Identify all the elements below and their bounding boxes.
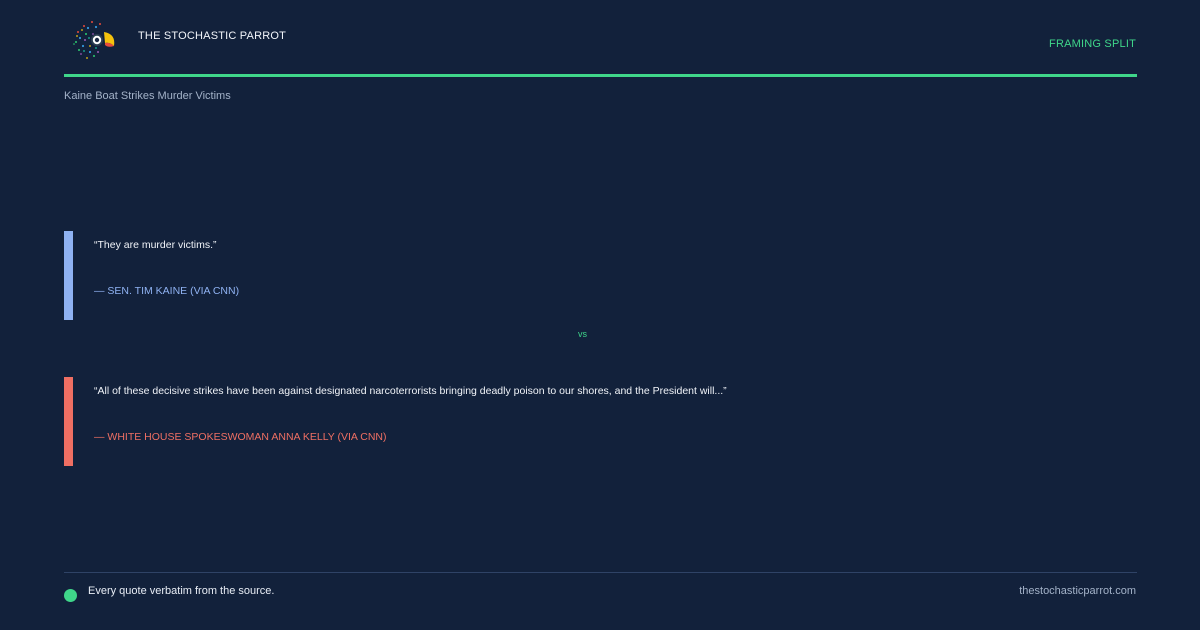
footer-note: Every quote verbatim from the source. [88, 585, 275, 597]
header-divider [64, 74, 1137, 77]
page-subtitle: Kaine Boat Strikes Murder Victims [64, 90, 231, 102]
status-dot-icon [64, 589, 77, 602]
brand-name: THE STOCHASTIC PARROT [138, 30, 287, 42]
quote-attribution: — SEN. TIM KAINE (VIA CNN) [94, 285, 240, 297]
section-tag: FRAMING SPLIT [1049, 38, 1136, 50]
quote-block-kaine: “They are murder victims.” — SEN. TIM KA… [64, 231, 1064, 320]
quote-accent-bar [64, 231, 73, 320]
parrot-logo-icon [70, 18, 118, 62]
footer-divider [64, 572, 1137, 573]
quote-text: “They are murder victims.” [94, 239, 217, 251]
footer-site-link[interactable]: thestochasticparrot.com [1019, 585, 1136, 597]
quote-block-white-house: “All of these decisive strikes have been… [64, 377, 1064, 466]
quote-accent-bar [64, 377, 73, 466]
quote-attribution: — WHITE HOUSE SPOKESWOMAN ANNA KELLY (VI… [94, 431, 387, 443]
versus-label: vs [578, 329, 587, 339]
quote-text: “All of these decisive strikes have been… [94, 385, 727, 397]
